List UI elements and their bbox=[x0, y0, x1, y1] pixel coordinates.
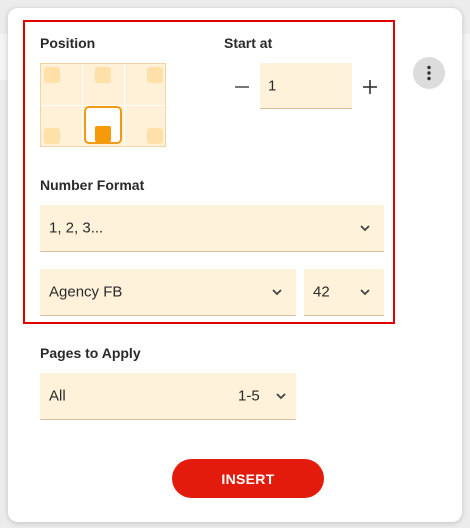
position-bottom-right[interactable] bbox=[147, 128, 163, 144]
pages-to-apply-label: Pages to Apply bbox=[40, 345, 141, 361]
pages-select[interactable]: All 1-5 bbox=[40, 373, 296, 420]
position-bottom-left[interactable] bbox=[44, 128, 60, 144]
position-label: Position bbox=[40, 35, 96, 51]
increment-button[interactable] bbox=[360, 77, 380, 97]
pages-range-value: 1-5 bbox=[238, 387, 260, 405]
position-bottom-center-selected[interactable] bbox=[84, 106, 122, 144]
chevron-down-icon bbox=[360, 289, 370, 296]
start-at-input[interactable]: 1 bbox=[260, 63, 352, 109]
chevron-down-icon bbox=[360, 225, 370, 232]
minus-icon bbox=[235, 86, 249, 88]
decrement-button[interactable] bbox=[232, 77, 252, 97]
number-format-label: Number Format bbox=[40, 177, 145, 193]
more-vert-icon bbox=[427, 65, 431, 81]
number-format-value: 1, 2, 3... bbox=[49, 219, 104, 237]
start-at-label: Start at bbox=[224, 35, 273, 51]
position-top-left[interactable] bbox=[44, 67, 60, 83]
position-selected-marker bbox=[95, 126, 111, 142]
font-family-select[interactable]: Agency FB bbox=[40, 269, 296, 316]
chevron-down-icon bbox=[272, 289, 282, 296]
position-top-center[interactable] bbox=[95, 67, 111, 83]
pages-scope-value: All bbox=[49, 387, 66, 405]
plus-icon bbox=[363, 80, 377, 94]
position-grid[interactable] bbox=[40, 63, 166, 147]
number-format-select[interactable]: 1, 2, 3... bbox=[40, 205, 384, 252]
chevron-down-icon bbox=[276, 393, 286, 400]
font-size-select[interactable]: 42 bbox=[304, 269, 384, 316]
more-options-button[interactable] bbox=[413, 57, 445, 89]
start-at-value: 1 bbox=[268, 77, 277, 94]
insert-button[interactable]: INSERT bbox=[172, 459, 324, 498]
font-family-value: Agency FB bbox=[49, 283, 123, 301]
position-top-right[interactable] bbox=[147, 67, 163, 83]
font-size-value: 42 bbox=[313, 283, 330, 301]
